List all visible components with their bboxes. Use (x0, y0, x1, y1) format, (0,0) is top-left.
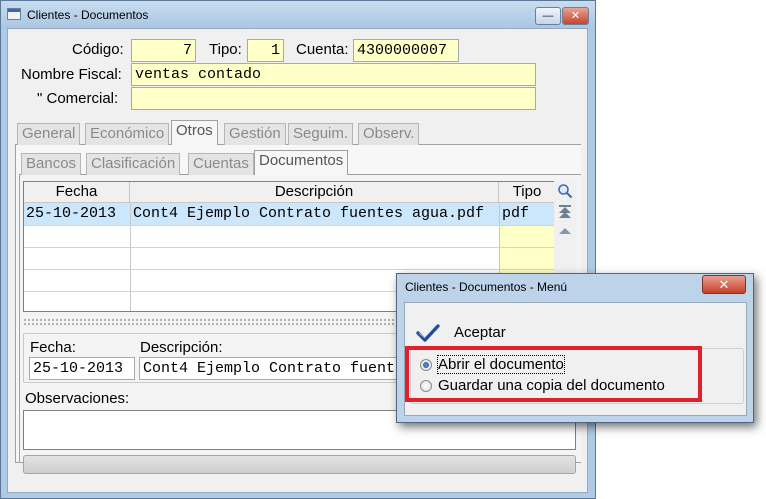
tipo-label: Tipo: (209, 41, 242, 58)
detail-descripcion-label: Descripción: (140, 339, 223, 356)
codigo-label: Código: (72, 41, 124, 58)
cuenta-label: Cuenta: (296, 41, 349, 58)
nombre-fiscal-label: Nombre Fiscal: (21, 66, 122, 83)
grid-row-divider (24, 225, 555, 226)
subtab-cuentas[interactable]: Cuentas (188, 153, 254, 175)
table-row-fecha[interactable]: 25-10-2013 (24, 203, 130, 225)
column-header-fecha[interactable]: Fecha (24, 182, 130, 203)
checkmark-icon (416, 324, 440, 342)
tab-seguim[interactable]: Seguim. (288, 123, 354, 145)
grid-row-divider (24, 269, 555, 270)
menu-close-button[interactable]: ✕ (702, 275, 746, 294)
tab-general[interactable]: General (17, 123, 81, 145)
cuenta-field[interactable]: 4300000007 (353, 39, 459, 62)
window-title: Clientes - Documentos (27, 8, 149, 22)
horizontal-scrollbar[interactable] (23, 455, 576, 474)
first-record-icon[interactable] (557, 203, 573, 219)
subtab-clasificacion[interactable]: Clasificación (86, 153, 181, 175)
accept-button[interactable]: Aceptar (405, 309, 545, 343)
tab-observ[interactable]: Observ. (358, 123, 420, 145)
main-titlebar[interactable]: Clientes - Documentos — ✕ (1, 1, 595, 29)
close-button[interactable]: ✕ (562, 7, 589, 25)
detail-fecha-label: Fecha: (30, 339, 76, 356)
comercial-field[interactable] (131, 87, 536, 110)
menu-titlebar[interactable]: Clientes - Documentos - Menú ✕ (397, 274, 753, 300)
red-highlight-annotation (405, 346, 702, 402)
search-icon[interactable] (557, 183, 573, 199)
tipo-field[interactable]: 1 (247, 39, 284, 62)
subtab-documentos[interactable]: Documentos (254, 150, 349, 175)
tab-economico[interactable]: Económico (85, 123, 170, 145)
codigo-field[interactable]: 7 (131, 39, 196, 62)
column-header-descripcion[interactable]: Descripción (130, 182, 499, 203)
comercial-label: " Comercial: (37, 90, 119, 107)
table-row-tipo[interactable]: pdf (500, 203, 554, 225)
prev-record-icon[interactable] (557, 223, 573, 239)
menu-dialog-title: Clientes - Documentos - Menú (405, 280, 568, 294)
grid-row-divider (24, 247, 555, 248)
tab-gestion[interactable]: Gestión (224, 123, 286, 145)
tab-otros[interactable]: Otros (171, 120, 218, 145)
detail-fecha-field[interactable]: 25-10-2013 (29, 357, 135, 380)
table-row-descripcion[interactable]: Cont4 Ejemplo Contrato fuentes agua.pdf (131, 203, 499, 225)
observaciones-label: Observaciones: (25, 390, 130, 407)
subtab-bancos[interactable]: Bancos (21, 153, 82, 175)
window-app-icon (7, 8, 21, 20)
nombre-fiscal-field[interactable]: ventas contado (131, 63, 536, 86)
column-header-tipo[interactable]: Tipo (499, 182, 555, 203)
grid-column-divider (130, 203, 131, 311)
accept-button-label: Aceptar (454, 324, 506, 341)
minimize-button[interactable]: — (535, 7, 561, 25)
